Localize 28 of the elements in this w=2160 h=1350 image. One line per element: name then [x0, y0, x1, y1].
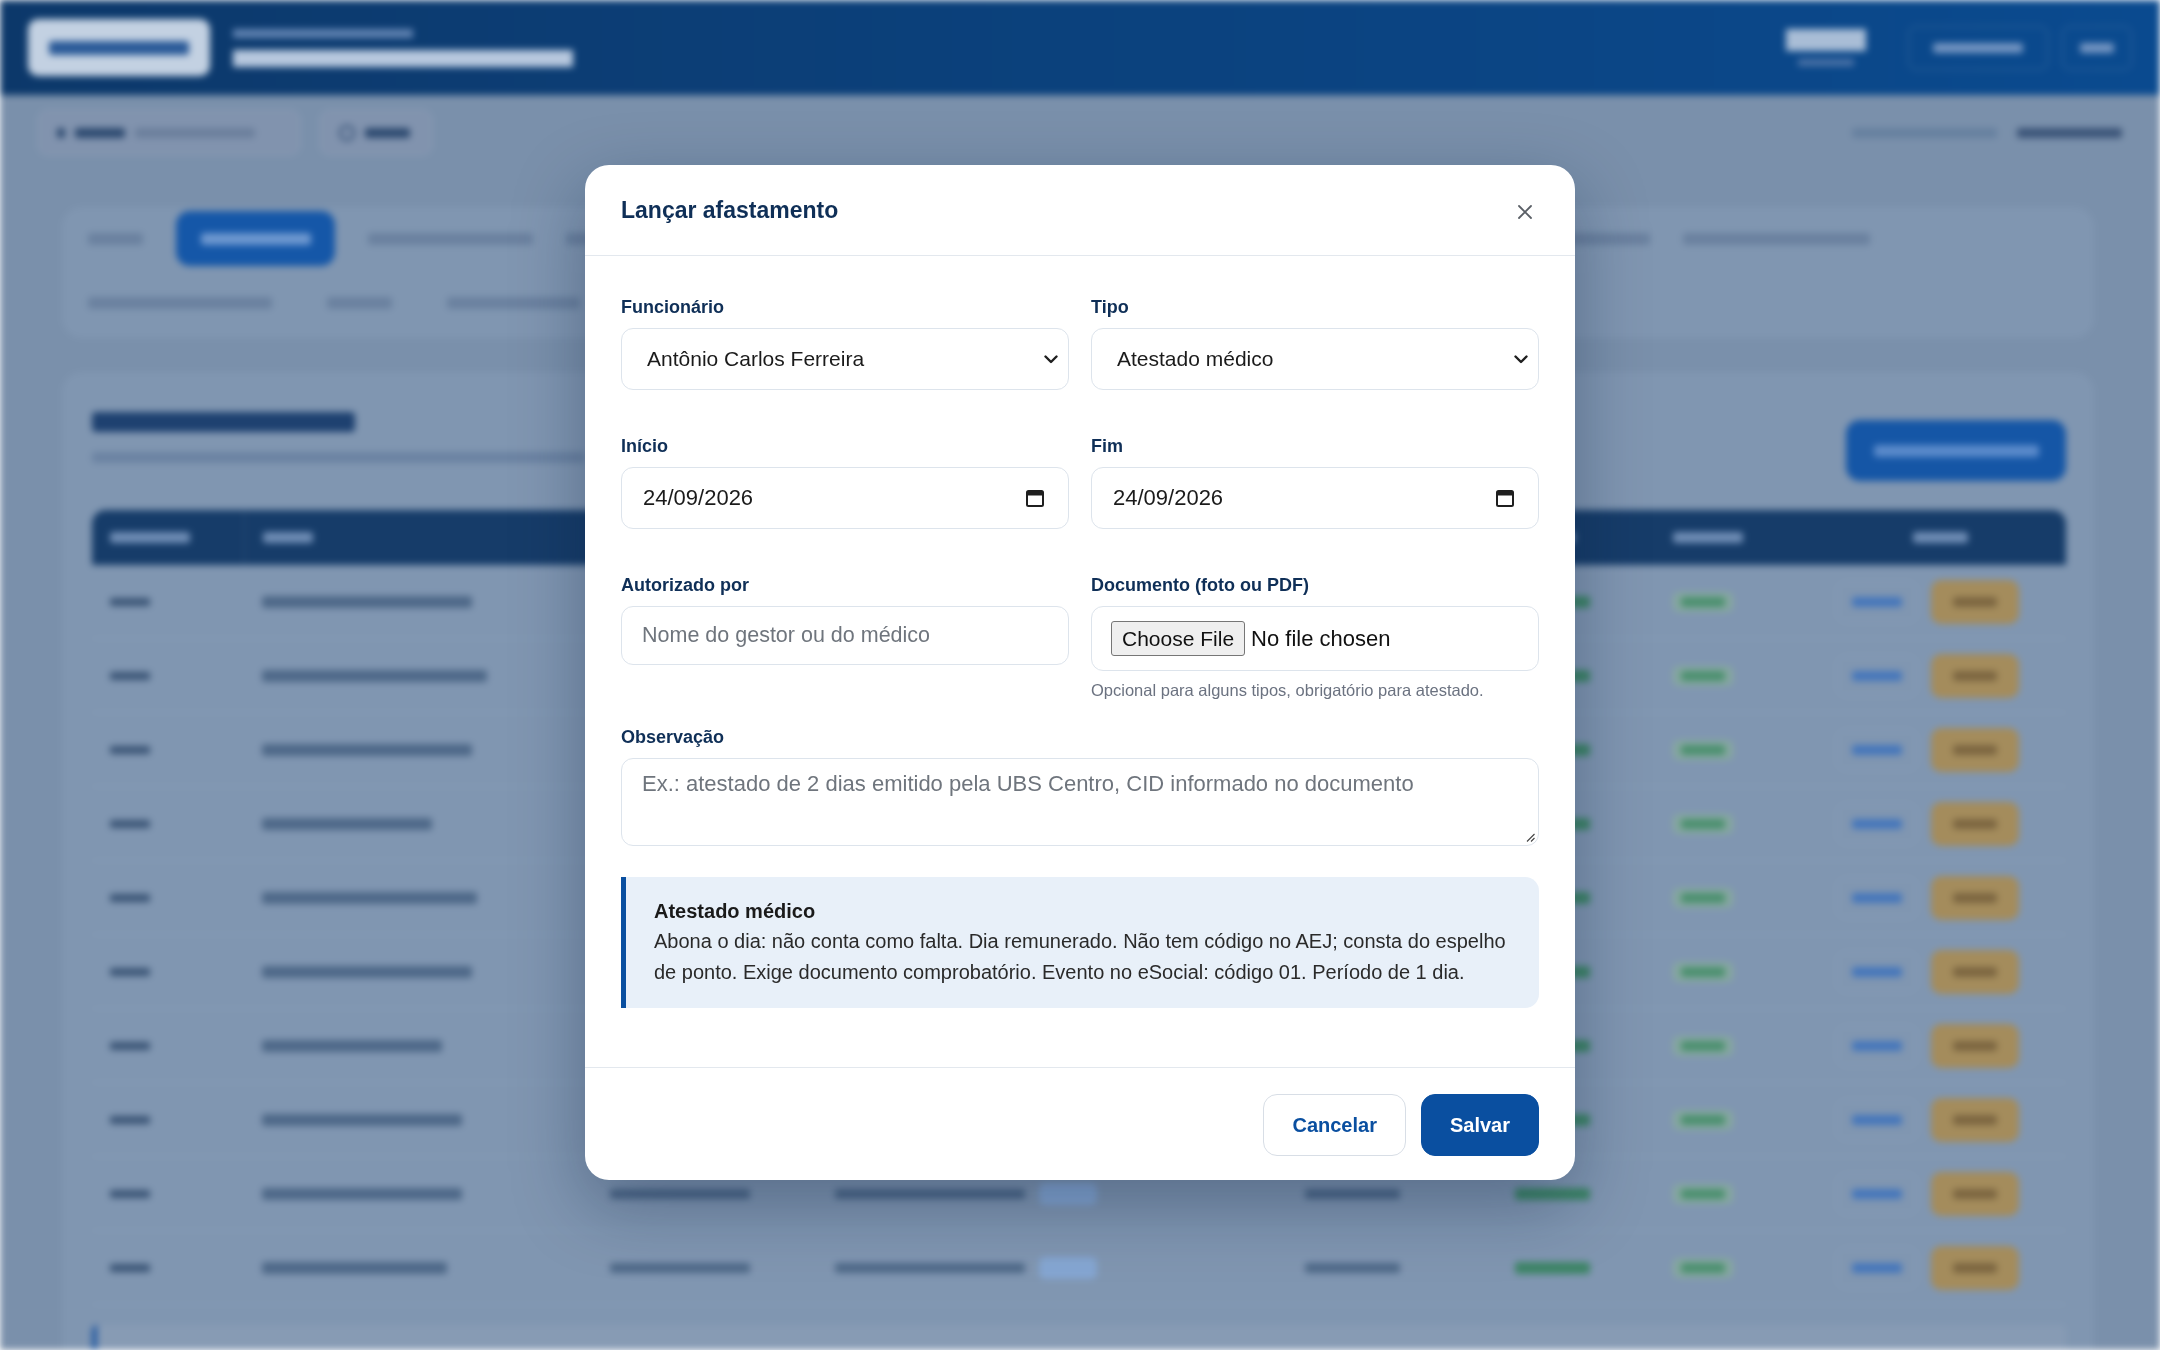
- field-label: Início: [621, 435, 669, 457]
- field-label: Tipo: [1091, 296, 1130, 318]
- field-label: Documento (foto ou PDF): [1091, 574, 1310, 596]
- field-label: Autorizado por: [621, 574, 750, 596]
- callout-title: Atestado médico: [654, 899, 817, 924]
- save-button[interactable]: Salvar: [1420, 1094, 1539, 1156]
- field-label: Observação: [621, 726, 726, 748]
- chevron-down-icon: [1514, 354, 1528, 364]
- field-hint: Opcional para alguns tipos, obrigatório para atestado.: [1091, 680, 1485, 700]
- chevron-down-icon: [1044, 354, 1058, 364]
- textarea-field[interactable]: Ex.: atestado de 2 dias emitido pela UBS Centro, CID informado no documento: [621, 758, 1539, 846]
- select-field[interactable]: Antônio Carlos Ferreira: [621, 328, 1069, 390]
- file-status-text: No file chosen: [1251, 625, 1391, 652]
- dialog-title: Lançar afastamento: [621, 196, 839, 224]
- date-field[interactable]: 24/09/2026: [621, 467, 1069, 529]
- resize-handle-icon: [1526, 833, 1535, 842]
- field-label: Funcionário: [621, 296, 725, 318]
- select-field[interactable]: Atestado médico: [1091, 328, 1539, 390]
- calendar-icon: [1496, 489, 1514, 507]
- choose-file-button[interactable]: Choose File: [1111, 621, 1246, 656]
- file-upload-field[interactable]: Choose File No file chosen: [1091, 606, 1539, 671]
- calendar-icon: [1026, 489, 1044, 507]
- field-label: Fim: [1091, 435, 1124, 457]
- text-input[interactable]: Nome do gestor ou do médico: [621, 606, 1069, 665]
- close-icon: [1518, 205, 1532, 219]
- callout-text: Abona o dia: não conta como falta. Dia remunerado. Não tem código no AEJ; consta do espelho de ponto. Exige documento comprobatório. Evento no eSocial: código 01. Período de 1 dia.: [654, 929, 1507, 985]
- date-field[interactable]: 24/09/2026: [1091, 467, 1539, 529]
- cancel-button[interactable]: Cancelar: [1263, 1094, 1406, 1156]
